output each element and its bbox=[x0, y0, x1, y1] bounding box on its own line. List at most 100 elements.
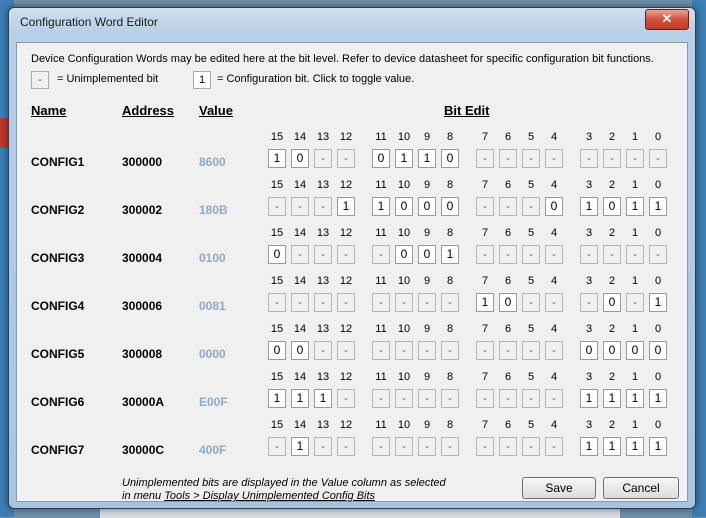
config-bit-toggle[interactable]: 0 bbox=[395, 197, 413, 216]
config-bit-toggle[interactable]: 1 bbox=[626, 197, 644, 216]
config-bit-toggle[interactable]: 1 bbox=[649, 197, 667, 216]
legend-unimplemented-box: - bbox=[31, 71, 49, 89]
bit-number-label: 2 bbox=[608, 419, 616, 431]
bit-number-label: 2 bbox=[608, 179, 616, 191]
bit-number-label: 4 bbox=[550, 227, 558, 239]
unimplemented-bit: - bbox=[545, 389, 563, 408]
config-bit-toggle[interactable]: 0 bbox=[603, 341, 621, 360]
config-name: CONFIG4 bbox=[31, 299, 85, 313]
bit-number-label: 3 bbox=[585, 179, 593, 191]
unimplemented-bit: - bbox=[603, 245, 621, 264]
config-bit-toggle[interactable]: 1 bbox=[476, 293, 494, 312]
unimplemented-bit: - bbox=[476, 437, 494, 456]
config-bit-toggle[interactable]: 0 bbox=[649, 341, 667, 360]
config-bit-toggle[interactable]: 0 bbox=[626, 341, 644, 360]
description-text: Device Configuration Words may be edited… bbox=[31, 53, 654, 65]
config-bit-toggle[interactable]: 0 bbox=[291, 341, 309, 360]
config-bit-toggle[interactable]: 0 bbox=[441, 149, 459, 168]
bit-number-label: 7 bbox=[481, 131, 489, 143]
unimplemented-bit: - bbox=[337, 389, 355, 408]
config-bit-toggle[interactable]: 1 bbox=[314, 389, 332, 408]
config-bit-toggle[interactable]: 0 bbox=[395, 245, 413, 264]
unimplemented-bit: - bbox=[522, 293, 540, 312]
config-bit-toggle[interactable]: 1 bbox=[441, 245, 459, 264]
config-bit-toggle[interactable]: 1 bbox=[649, 293, 667, 312]
bit-number-label: 13 bbox=[316, 419, 330, 431]
bit-number-label: 14 bbox=[293, 323, 307, 335]
config-bit-toggle[interactable]: 0 bbox=[580, 341, 598, 360]
unimplemented-bit: - bbox=[626, 245, 644, 264]
config-value: 400F bbox=[199, 443, 227, 457]
bit-number-label: 6 bbox=[504, 179, 512, 191]
config-bit-toggle[interactable]: 1 bbox=[649, 389, 667, 408]
bit-number-label: 0 bbox=[654, 227, 662, 239]
config-bit-toggle[interactable]: 1 bbox=[603, 389, 621, 408]
config-bit-toggle[interactable]: 0 bbox=[268, 245, 286, 264]
config-bit-toggle[interactable]: 1 bbox=[268, 389, 286, 408]
config-bit-toggle[interactable]: 1 bbox=[418, 149, 436, 168]
bit-number-label: 9 bbox=[423, 227, 431, 239]
config-bit-toggle[interactable]: 1 bbox=[603, 437, 621, 456]
config-bit-toggle[interactable]: 1 bbox=[337, 197, 355, 216]
bit-number-label: 13 bbox=[316, 227, 330, 239]
config-bit-toggle[interactable]: 0 bbox=[545, 197, 563, 216]
bit-number-label: 4 bbox=[550, 275, 558, 287]
config-bit-toggle[interactable]: 1 bbox=[649, 437, 667, 456]
config-bit-toggle[interactable]: 0 bbox=[499, 293, 517, 312]
window-title: Configuration Word Editor bbox=[20, 15, 158, 29]
config-bit-toggle[interactable]: 0 bbox=[603, 293, 621, 312]
config-bit-toggle[interactable]: 0 bbox=[372, 149, 390, 168]
bit-number-label: 12 bbox=[339, 179, 353, 191]
config-bit-toggle[interactable]: 0 bbox=[603, 197, 621, 216]
bit-number-label: 2 bbox=[608, 275, 616, 287]
header-bit-edit: Bit Edit bbox=[444, 103, 490, 118]
config-bit-toggle[interactable]: 1 bbox=[580, 389, 598, 408]
title-bar[interactable]: Configuration Word Editor ✕ bbox=[9, 8, 695, 34]
unimplemented-bit: - bbox=[291, 293, 309, 312]
config-bit-toggle[interactable]: 1 bbox=[268, 149, 286, 168]
unimplemented-bit: - bbox=[268, 437, 286, 456]
unimplemented-bit: - bbox=[314, 437, 332, 456]
unimplemented-bit: - bbox=[314, 245, 332, 264]
config-name: CONFIG1 bbox=[31, 155, 85, 169]
bit-number-label: 2 bbox=[608, 323, 616, 335]
bit-number-label: 15 bbox=[270, 227, 284, 239]
legend-unimplemented-text: = Unimplemented bit bbox=[57, 73, 159, 85]
unimplemented-bit: - bbox=[314, 293, 332, 312]
unimplemented-bit: - bbox=[418, 437, 436, 456]
bit-number-label: 1 bbox=[631, 179, 639, 191]
config-bit-toggle[interactable]: 1 bbox=[580, 197, 598, 216]
config-bit-toggle[interactable]: 0 bbox=[441, 197, 459, 216]
config-bit-toggle[interactable]: 1 bbox=[626, 437, 644, 456]
config-bit-toggle[interactable]: 0 bbox=[418, 245, 436, 264]
config-bit-toggle[interactable]: 0 bbox=[291, 149, 309, 168]
config-bit-toggle[interactable]: 1 bbox=[626, 389, 644, 408]
unimplemented-bit: - bbox=[395, 437, 413, 456]
config-bit-toggle[interactable]: 0 bbox=[268, 341, 286, 360]
bit-number-label: 9 bbox=[423, 323, 431, 335]
unimplemented-bit: - bbox=[372, 293, 390, 312]
config-bit-toggle[interactable]: 1 bbox=[372, 197, 390, 216]
config-bit-toggle[interactable]: 1 bbox=[580, 437, 598, 456]
config-bit-toggle[interactable]: 1 bbox=[291, 389, 309, 408]
bit-number-label: 5 bbox=[527, 371, 535, 383]
bit-number-label: 1 bbox=[631, 419, 639, 431]
unimplemented-bit: - bbox=[372, 389, 390, 408]
unimplemented-bit: - bbox=[522, 389, 540, 408]
cancel-button[interactable]: Cancel bbox=[603, 477, 679, 499]
config-bit-toggle[interactable]: 0 bbox=[418, 197, 436, 216]
save-button[interactable]: Save bbox=[522, 477, 596, 499]
unimplemented-bit: - bbox=[603, 149, 621, 168]
close-button[interactable]: ✕ bbox=[645, 9, 689, 30]
unimplemented-bit: - bbox=[626, 293, 644, 312]
config-row: CONFIG3 300004 0100 15 0 14-13-12-11-10 0 9 0 8 1 7… bbox=[17, 227, 687, 271]
bit-number-label: 6 bbox=[504, 275, 512, 287]
config-bit-toggle[interactable]: 1 bbox=[291, 437, 309, 456]
footnote: Unimplemented bits are displayed in the … bbox=[122, 477, 446, 503]
bit-number-label: 12 bbox=[339, 275, 353, 287]
unimplemented-bit: - bbox=[441, 389, 459, 408]
unimplemented-bit: - bbox=[372, 341, 390, 360]
config-bit-toggle[interactable]: 1 bbox=[395, 149, 413, 168]
bit-number-label: 9 bbox=[423, 419, 431, 431]
bit-number-label: 14 bbox=[293, 131, 307, 143]
